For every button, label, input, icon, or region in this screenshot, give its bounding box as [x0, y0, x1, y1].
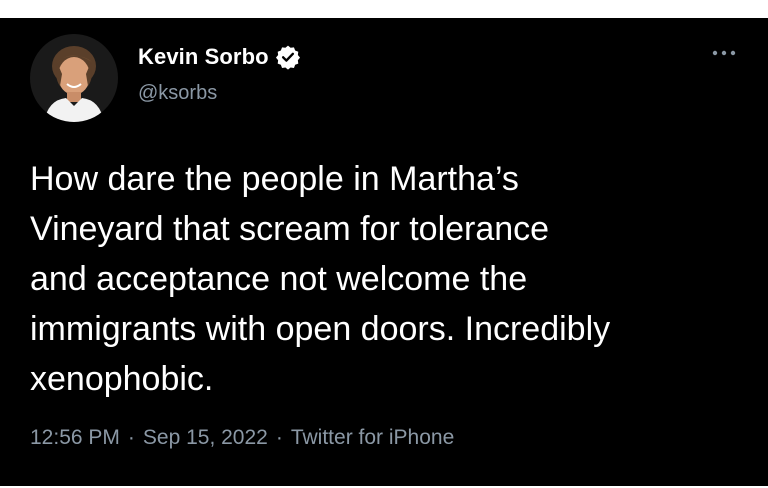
avatar-image	[30, 34, 118, 122]
tweet-meta: 12:56 PM · Sep 15, 2022 · Twitter for iP…	[30, 426, 454, 450]
tweet-time[interactable]: 12:56 PM	[30, 426, 120, 450]
tweet-date[interactable]: Sep 15, 2022	[143, 426, 268, 450]
author-name-row: Kevin Sorbo	[138, 44, 301, 70]
tweet-text: How dare the people in Martha’s Vineyard…	[30, 160, 611, 398]
more-options-icon[interactable]	[710, 46, 738, 60]
tweet-client[interactable]: Twitter for iPhone	[291, 426, 454, 450]
tweet-card: Kevin Sorbo @ksorbs How dare the people …	[0, 18, 768, 486]
meta-separator: ·	[127, 426, 135, 449]
verified-badge-icon	[275, 44, 301, 70]
avatar[interactable]	[30, 34, 118, 122]
author-display-name[interactable]: Kevin Sorbo	[138, 44, 269, 70]
author-handle[interactable]: @ksorbs	[138, 82, 217, 105]
meta-separator: ·	[275, 426, 283, 449]
